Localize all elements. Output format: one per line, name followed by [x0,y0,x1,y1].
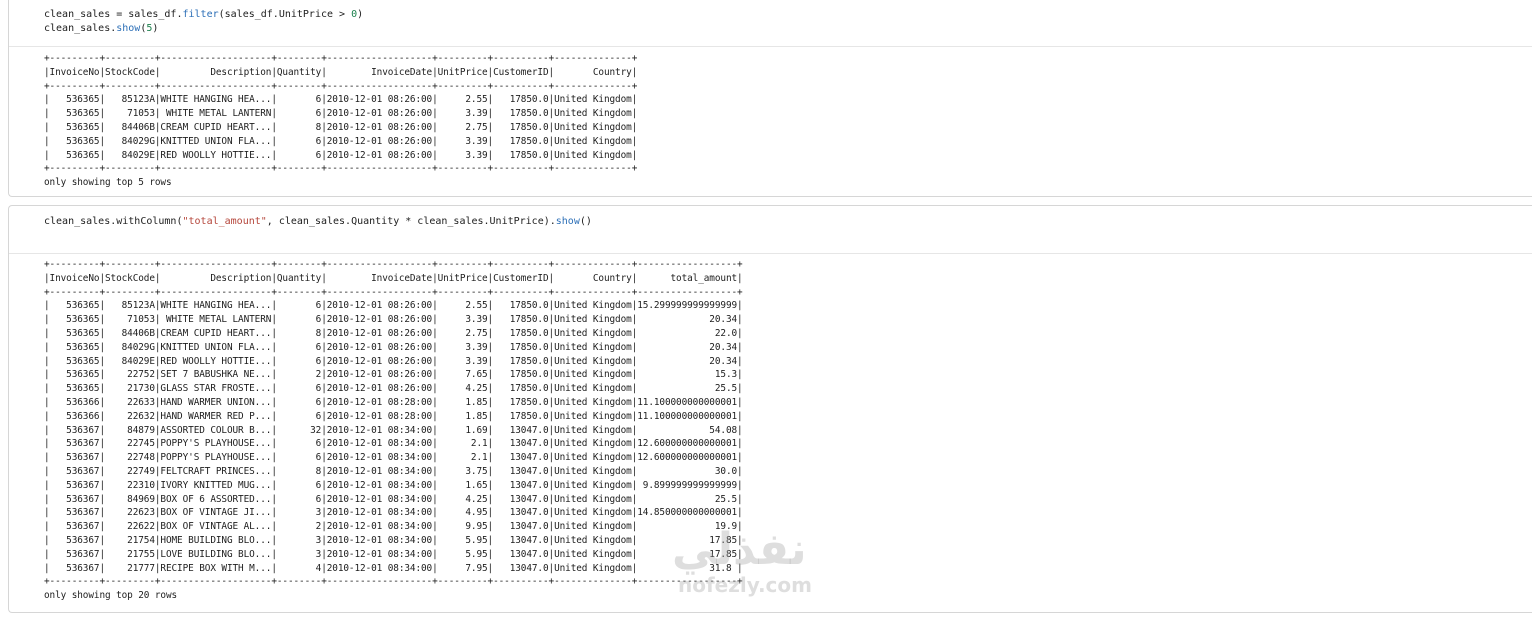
code-token: clean_sales.withColumn( [44,216,183,227]
code-token: , clean_sales.Quantity * clean_sales.Uni… [266,216,556,227]
code-editor[interactable]: clean_sales = sales_df.filter(sales_df.U… [44,8,363,36]
code-line-1: clean_sales = sales_df.filter(sales_df.U… [44,8,363,22]
code-token: ) [357,9,364,20]
cell-divider [9,253,1532,254]
code-token: clean_sales. [44,23,117,34]
code-token-function: show [116,23,141,34]
output-text: +---------+---------+-------------------… [44,53,638,189]
code-token: ) [152,23,159,34]
notebook-cell-2[interactable]: clean_sales.withColumn("total_amount", c… [8,205,1532,613]
cell-output: +---------+---------+-------------------… [44,52,637,190]
cell-divider [9,46,1532,47]
code-token: clean_sales = sales_df. [44,9,183,20]
code-token-function: filter [182,9,219,20]
code-token-function: show [555,216,580,227]
output-text: +---------+---------+-------------------… [44,259,743,602]
code-token: () [579,216,592,227]
code-line-2: clean_sales.show(5) [44,22,363,36]
notebook-cell-1[interactable]: clean_sales = sales_df.filter(sales_df.U… [8,0,1532,197]
code-token: (sales_df.UnitPrice > [218,9,352,20]
cell-output: +---------+---------+-------------------… [44,258,743,603]
code-line-1: clean_sales.withColumn("total_amount", c… [44,215,592,229]
code-editor[interactable]: clean_sales.withColumn("total_amount", c… [44,215,592,229]
code-token-string: "total_amount" [182,216,267,227]
